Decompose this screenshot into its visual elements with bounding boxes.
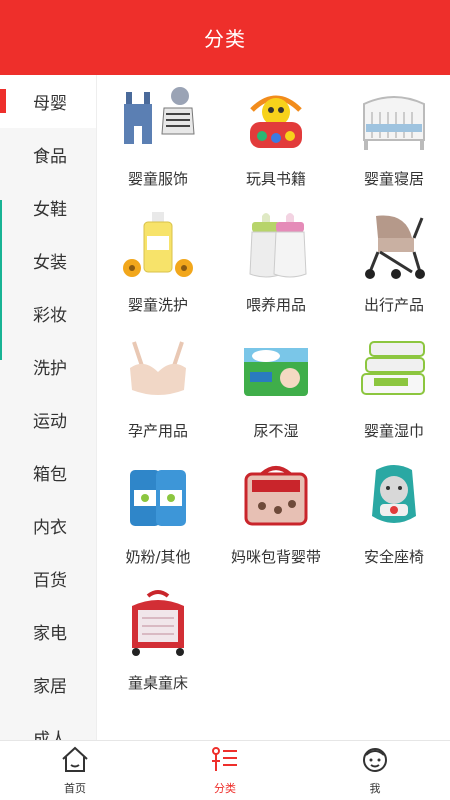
sidebar-item-shipin[interactable]: 食品 (0, 128, 96, 181)
tab-label: 分类 (214, 782, 236, 795)
subcategory-label: 婴童服饰 (127, 170, 188, 188)
sidebar-item-label: 洗护 (33, 359, 67, 379)
tab-label: 我 (369, 782, 381, 795)
sidebar-item-label: 女装 (33, 253, 67, 273)
sidebar-item-label: 成人 (33, 730, 67, 740)
sidebar-item-label: 食品 (33, 147, 67, 167)
overalls-icon (120, 82, 196, 158)
baby-bottles-icon (238, 208, 314, 284)
sidebar-item-caizhuang[interactable]: 彩妆 (0, 287, 96, 340)
sidebar-item-jiadian[interactable]: 家电 (0, 605, 96, 658)
subcategory-item[interactable]: 孕产用品 (108, 334, 208, 452)
playpen-icon (120, 586, 196, 662)
toy-activity-icon (238, 82, 314, 158)
subcategory-item[interactable]: 玩具书籍 (226, 82, 326, 200)
subcategory-label: 孕产用品 (127, 422, 188, 440)
category-icon (210, 745, 240, 777)
subcategory-label: 出行产品 (363, 296, 424, 314)
sidebar-item-xiangbao[interactable]: 箱包 (0, 446, 96, 499)
sidebar-item-nvzhuang[interactable]: 女装 (0, 234, 96, 287)
tab-category[interactable]: 分类 (150, 741, 300, 800)
crib-icon (356, 82, 432, 158)
formula-can-icon (120, 460, 196, 536)
subcategory-label: 安全座椅 (363, 548, 424, 566)
car-seat-icon (356, 460, 432, 536)
home-icon (60, 745, 90, 777)
sidebar-item-label: 运动 (33, 412, 67, 432)
lotion-bottle-icon (120, 208, 196, 284)
subcategory-item[interactable]: 尿不湿 (226, 334, 326, 452)
sidebar-item-xihu[interactable]: 洗护 (0, 340, 96, 393)
page-title: 分类 (204, 27, 246, 51)
tab-me[interactable]: 我 (300, 741, 450, 800)
sidebar-item-label: 母婴 (33, 94, 67, 114)
subcategory-label: 婴童寝居 (363, 170, 424, 188)
wet-wipes-icon (356, 334, 432, 410)
sidebar-item-label: 箱包 (33, 465, 67, 485)
subcategory-label: 妈咪包背婴带 (230, 548, 321, 566)
subcategory-item[interactable]: 婴童寝居 (344, 82, 444, 200)
subcategory-label: 奶粉/其他 (125, 548, 191, 566)
sidebar-item-baihuo[interactable]: 百货 (0, 552, 96, 605)
subcategory-item[interactable]: 婴童洗护 (108, 208, 208, 326)
sidebar-item-label: 家居 (33, 677, 67, 697)
subcategory-item[interactable]: 出行产品 (344, 208, 444, 326)
subcategory-item[interactable]: 妈咪包背婴带 (226, 460, 326, 578)
tab-label: 首页 (64, 782, 86, 795)
subcategory-label: 婴童湿巾 (363, 422, 424, 440)
sidebar-item-nvxie[interactable]: 女鞋 (0, 181, 96, 234)
sidebar-item-jiaju[interactable]: 家居 (0, 658, 96, 711)
diaper-pack-icon (238, 334, 314, 410)
sidebar-item-label: 内衣 (33, 518, 67, 538)
maternity-bra-icon (120, 334, 196, 410)
subcategory-item[interactable]: 童桌童床 (108, 586, 208, 704)
tab-home[interactable]: 首页 (0, 741, 150, 800)
page-header: 分类 (0, 0, 450, 75)
subcategory-item[interactable]: 喂养用品 (226, 208, 326, 326)
diaper-bag-icon (238, 460, 314, 536)
category-sidebar[interactable]: 母婴 食品 女鞋 女装 彩妆 洗护 运动 箱包 内衣 百货 家电 家居 成人 (0, 75, 97, 740)
subcategory-label: 玩具书籍 (245, 170, 306, 188)
subcategory-item[interactable]: 奶粉/其他 (108, 460, 208, 578)
sidebar-item-neiyi[interactable]: 内衣 (0, 499, 96, 552)
subcategory-grid: 婴童服饰 玩具书籍 婴童寝居 婴童洗护 喂养用品 出行产品 孕产用品 尿不湿 婴… (108, 82, 450, 722)
sidebar-item-label: 彩妆 (33, 306, 67, 326)
sidebar-item-chengren[interactable]: 成人 (0, 711, 96, 740)
subcategory-item[interactable]: 婴童湿巾 (344, 334, 444, 452)
sidebar-item-yundong[interactable]: 运动 (0, 393, 96, 446)
bottom-tab-bar: 首页 分类 我 (0, 740, 450, 800)
subcategory-label: 婴童洗护 (127, 296, 188, 314)
sidebar-item-muying[interactable]: 母婴 (0, 75, 96, 128)
stroller-icon (356, 208, 432, 284)
sidebar-item-label: 家电 (33, 624, 67, 644)
subcategory-item[interactable]: 婴童服饰 (108, 82, 208, 200)
sidebar-item-label: 百货 (33, 571, 67, 591)
profile-face-icon (360, 745, 390, 777)
subcategory-item[interactable]: 安全座椅 (344, 460, 444, 578)
subcategory-label: 童桌童床 (127, 674, 188, 692)
sidebar-item-label: 女鞋 (33, 200, 67, 220)
subcategory-label: 尿不湿 (253, 422, 299, 440)
subcategory-label: 喂养用品 (245, 296, 306, 314)
